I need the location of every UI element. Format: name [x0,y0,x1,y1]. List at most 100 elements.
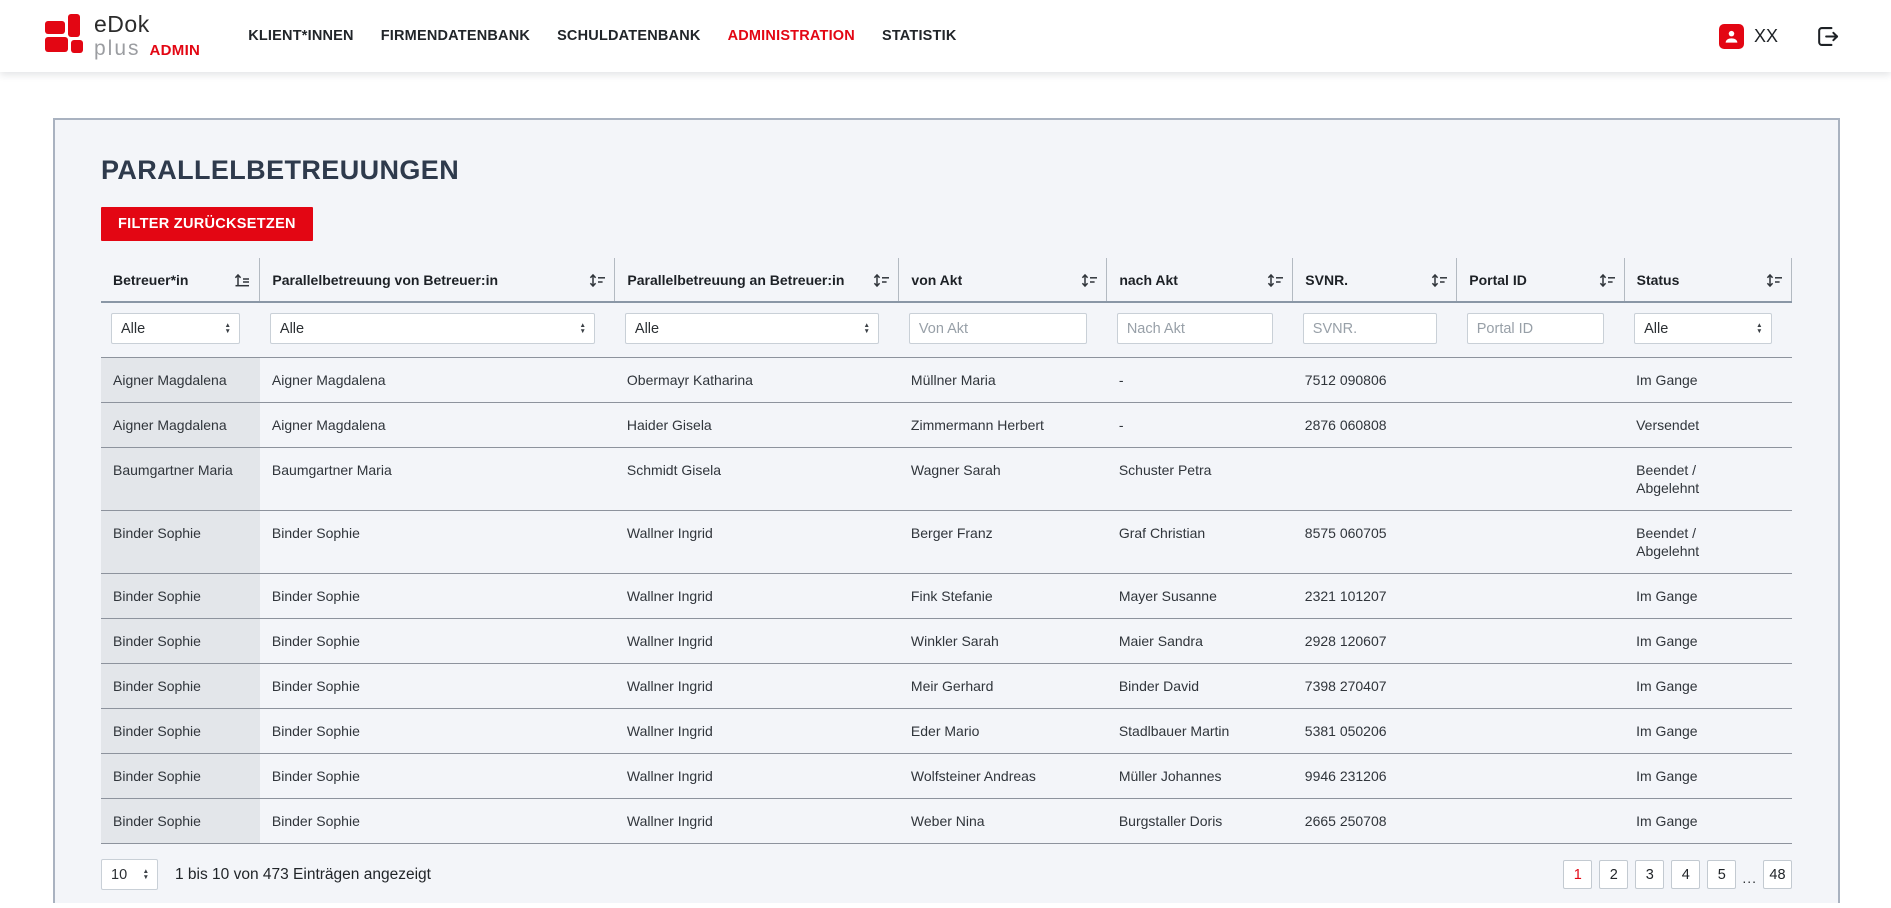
filter-row: Alle ▲▼ Alle ▲▼ Alle ▲▼ [101,302,1792,358]
sort-icon [1081,273,1098,288]
filter-von-betreuer-select[interactable]: Alle ▲▼ [270,313,595,344]
app-logo[interactable]: eDok plus ADMIN [45,13,200,59]
column-header-parallelbetreuung-von[interactable]: Parallelbetreuung von Betreuer:in [260,258,615,302]
column-header-svnr[interactable]: SVNR. [1293,258,1457,302]
page-ellipsis: ... [1742,870,1757,889]
table-cell: Aigner Magdalena [260,403,615,448]
table-cell: Beendet / Abgelehnt [1624,448,1791,511]
table-cell: Wallner Ingrid [615,664,899,709]
table-cell: Baumgartner Maria [101,448,260,511]
table-row[interactable]: Baumgartner MariaBaumgartner MariaSchmid… [101,448,1792,511]
select-arrows-icon: ▲▼ [143,869,149,880]
table-cell [1457,754,1624,799]
table-cell: Graf Christian [1107,511,1293,574]
column-header-portal-id[interactable]: Portal ID [1457,258,1624,302]
column-header-nach-akt[interactable]: nach Akt [1107,258,1293,302]
logo-text-edok: eDok [94,13,200,36]
table-cell: Müllner Maria [899,358,1107,403]
table-cell: Binder David [1107,664,1293,709]
column-header-betreuer[interactable]: Betreuer*in [101,258,260,302]
table-cell: Binder Sophie [260,799,615,844]
entries-info: 1 bis 10 von 473 Einträgen angezeigt [175,866,431,884]
person-icon[interactable] [1719,24,1744,49]
sort-icon [873,273,890,288]
parallelbetreuungen-table: Betreuer*in Parallelbetreuung von Betreu… [101,258,1792,844]
page-button-3[interactable]: 3 [1635,860,1664,889]
logout-icon[interactable] [1814,23,1841,50]
user-initials[interactable]: XX [1754,26,1778,47]
table-cell: Schuster Petra [1107,448,1293,511]
page-size-select[interactable]: 10 ▲▼ [101,859,158,890]
table-cell [1457,709,1624,754]
table-cell: Aigner Magdalena [260,358,615,403]
table-cell: Berger Franz [899,511,1107,574]
table-cell: Im Gange [1624,799,1791,844]
table-row[interactable]: Binder SophieBinder SophieWallner Ingrid… [101,799,1792,844]
sort-ascending-icon [234,273,251,288]
nav-item-administration[interactable]: ADMINISTRATION [728,28,855,44]
table-cell: 8575 060705 [1293,511,1457,574]
filter-status-select[interactable]: Alle ▲▼ [1634,313,1771,344]
table-cell: - [1107,403,1293,448]
table-cell: Stadlbauer Martin [1107,709,1293,754]
table-cell: Binder Sophie [260,754,615,799]
table-cell [1457,574,1624,619]
table-row[interactable]: Binder SophieBinder SophieWallner Ingrid… [101,709,1792,754]
table-cell: Binder Sophie [101,754,260,799]
column-header-status[interactable]: Status [1624,258,1791,302]
sort-icon [1766,273,1783,288]
table-row[interactable]: Binder SophieBinder SophieWallner Ingrid… [101,754,1792,799]
table-cell: Binder Sophie [101,574,260,619]
column-header-von-akt[interactable]: von Akt [899,258,1107,302]
page-button-last[interactable]: 48 [1763,860,1792,889]
table-cell [1457,664,1624,709]
page-button-4[interactable]: 4 [1671,860,1700,889]
table-row[interactable]: Binder SophieBinder SophieWallner Ingrid… [101,619,1792,664]
table-cell [1457,619,1624,664]
filter-reset-button[interactable]: FILTER ZURÜCKSETZEN [101,207,313,241]
page-button-5[interactable]: 5 [1707,860,1736,889]
table-cell: Binder Sophie [260,619,615,664]
nav-item-firmendatenbank[interactable]: FIRMENDATENBANK [381,28,530,44]
table-cell [1457,448,1624,511]
table-cell: Schmidt Gisela [615,448,899,511]
page-button-2[interactable]: 2 [1599,860,1628,889]
column-header-parallelbetreuung-an[interactable]: Parallelbetreuung an Betreuer:in [615,258,899,302]
filter-nach-akt-input[interactable] [1117,313,1273,344]
table-cell: Winkler Sarah [899,619,1107,664]
table-cell: Im Gange [1624,709,1791,754]
filter-von-akt-input[interactable] [909,313,1087,344]
sort-icon [1267,273,1284,288]
page-button-1[interactable]: 1 [1563,860,1592,889]
table-row[interactable]: Binder SophieBinder SophieWallner Ingrid… [101,664,1792,709]
pagination: 1 2 3 4 5 ... 48 [1563,860,1792,889]
table-row[interactable]: Aigner MagdalenaAigner MagdalenaHaider G… [101,403,1792,448]
table-cell [1457,799,1624,844]
table-row[interactable]: Binder SophieBinder SophieWallner Ingrid… [101,511,1792,574]
table-cell: Binder Sophie [101,709,260,754]
table-cell: Zimmermann Herbert [899,403,1107,448]
table-cell: Im Gange [1624,358,1791,403]
table-cell: Binder Sophie [260,664,615,709]
nav-item-statistik[interactable]: STATISTIK [882,28,957,44]
table-cell: Wallner Ingrid [615,799,899,844]
filter-portal-id-input[interactable] [1467,313,1604,344]
nav-item-schuldatenbank[interactable]: SCHULDATENBANK [557,28,701,44]
table-cell: Im Gange [1624,574,1791,619]
topbar: eDok plus ADMIN KLIENT*INNEN FIRMENDATEN… [0,0,1891,72]
table-body: Aigner MagdalenaAigner MagdalenaObermayr… [101,358,1792,844]
table-cell: Wallner Ingrid [615,574,899,619]
filter-svnr-input[interactable] [1303,313,1437,344]
sort-icon [589,273,606,288]
filter-an-betreuer-select[interactable]: Alle ▲▼ [625,313,879,344]
table-cell: Wallner Ingrid [615,619,899,664]
filter-betreuer-select[interactable]: Alle ▲▼ [111,313,240,344]
table-cell: Burgstaller Doris [1107,799,1293,844]
logo-admin-badge: ADMIN [150,43,201,58]
table-cell: Wallner Ingrid [615,709,899,754]
table-row[interactable]: Binder SophieBinder SophieWallner Ingrid… [101,574,1792,619]
table-cell: Im Gange [1624,754,1791,799]
table-cell: Binder Sophie [260,709,615,754]
table-row[interactable]: Aigner MagdalenaAigner MagdalenaObermayr… [101,358,1792,403]
nav-item-klientinnen[interactable]: KLIENT*INNEN [248,28,354,44]
